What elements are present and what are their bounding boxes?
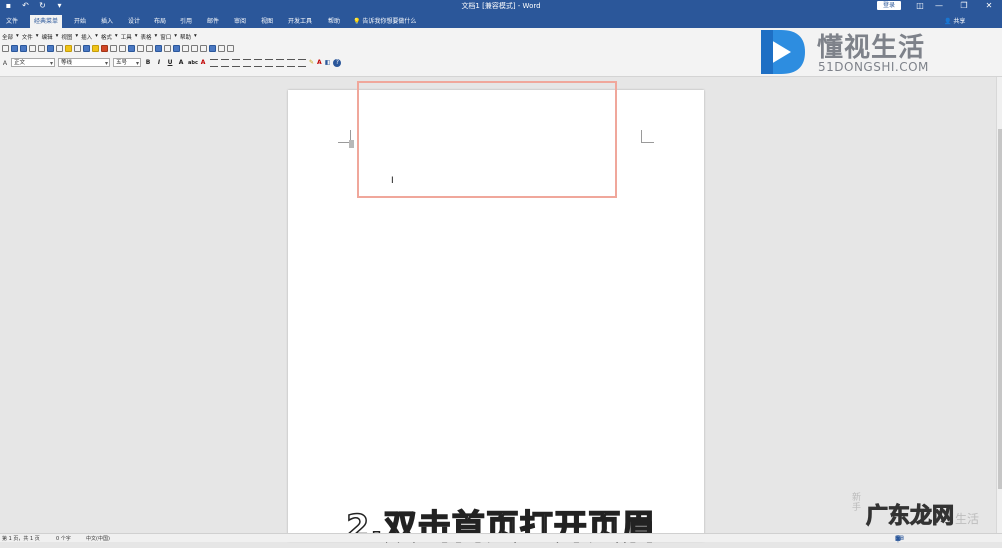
highlight-icon[interactable]: ✎ [309, 59, 314, 66]
tab-developer[interactable]: 开发工具 [284, 15, 316, 28]
paragraph-mark [349, 140, 354, 148]
classic-menu-bar: 全部 ▾ 文件 ▾ 编辑 ▾ 视图 ▾ 插入 ▾ 格式 ▾ 工具 ▾ 表格 ▾ 窗口 ▾ 帮助 ▾ [2, 33, 197, 41]
justify-icon[interactable] [243, 58, 252, 67]
symbol-icon[interactable] [209, 45, 216, 52]
tab-help[interactable]: 帮助 [324, 15, 344, 28]
logo-name: 懂视生活 [817, 33, 926, 63]
menu-all[interactable]: 全部 [2, 33, 13, 41]
font-color-a-icon[interactable]: A [317, 59, 322, 66]
tab-review[interactable]: 审阅 [230, 15, 250, 28]
line-spacing-icon[interactable] [298, 58, 307, 67]
bullets-icon[interactable] [254, 58, 263, 67]
decrease-indent-icon[interactable] [276, 58, 285, 67]
header-highlight-box [357, 81, 617, 198]
italic-button[interactable]: I [155, 59, 163, 66]
share-label: 共享 [953, 18, 966, 25]
watermark-small: 新 手 [852, 493, 862, 513]
hyperlink-icon[interactable] [128, 45, 135, 52]
font-select[interactable]: 等线 [58, 58, 111, 68]
redo-icon[interactable] [119, 45, 126, 52]
maximize-button[interactable]: ❐ [955, 0, 973, 12]
shapes-icon[interactable] [218, 45, 225, 52]
bold-button[interactable]: B [144, 59, 152, 66]
insert-picture-icon[interactable] [200, 45, 207, 52]
menu-window[interactable]: 窗口 [160, 33, 171, 41]
drawing-icon[interactable] [164, 45, 171, 52]
watermark-corner: 生活 [955, 512, 980, 526]
columns-icon[interactable] [155, 45, 162, 52]
tab-view[interactable]: 视图 [257, 15, 277, 28]
font-size-select[interactable]: 五号 [113, 58, 142, 68]
crop-mark-top-right [641, 130, 654, 143]
print-icon[interactable] [29, 45, 36, 52]
table-icon[interactable] [137, 45, 144, 52]
vertical-scrollbar[interactable] [996, 77, 1002, 533]
strikethrough-button[interactable]: abc [188, 60, 198, 66]
open-icon[interactable] [11, 45, 18, 52]
tab-insert[interactable]: 插入 [97, 15, 117, 28]
menu-view[interactable]: 视图 [61, 33, 72, 41]
tab-classic-menu[interactable]: 经典菜单 [30, 15, 63, 28]
tab-references[interactable]: 引用 [176, 15, 196, 28]
lightbulb-icon: 💡 [353, 18, 361, 25]
tab-home[interactable]: 开始 [70, 15, 90, 28]
print-preview-icon[interactable] [38, 45, 45, 52]
spelling-icon[interactable] [47, 45, 54, 52]
tab-design[interactable]: 设计 [124, 15, 144, 28]
scrollbar-thumb[interactable] [998, 129, 1002, 489]
numbering-icon[interactable] [265, 58, 274, 67]
new-document-icon[interactable] [2, 45, 9, 52]
menu-tools[interactable]: 工具 [121, 33, 132, 41]
copy-icon[interactable] [83, 45, 90, 52]
ribbon-display-options-icon[interactable]: ◫ [911, 0, 929, 12]
cut-icon[interactable] [74, 45, 81, 52]
align-right-icon[interactable] [232, 58, 241, 67]
menu-format[interactable]: 格式 [101, 33, 112, 41]
research-icon[interactable] [56, 45, 63, 52]
menu-table[interactable]: 表格 [140, 33, 151, 41]
underline-button[interactable]: U [166, 59, 174, 66]
tab-mailings[interactable]: 邮件 [203, 15, 223, 28]
help-icon[interactable]: ? [333, 58, 342, 67]
tell-me-label: 告诉我你想要做什么 [362, 18, 417, 25]
standard-toolbar [2, 45, 234, 52]
menu-edit[interactable]: 编辑 [42, 33, 53, 41]
document-map-icon[interactable] [173, 45, 180, 52]
increase-indent-icon[interactable] [287, 58, 296, 67]
sign-in-button[interactable]: 登录 [877, 1, 901, 10]
format-painter-icon[interactable] [101, 45, 108, 52]
tab-layout[interactable]: 布局 [150, 15, 170, 28]
paste-icon[interactable] [92, 45, 99, 52]
title-bar: ▪ ↶ ↻ ▾ 文档1 [兼容模式] - Word 登录 ◫ — ❐ ✕ [0, 0, 1002, 12]
char-border-button[interactable]: A [177, 59, 185, 66]
styles-icon[interactable]: Ａ [2, 58, 8, 67]
align-left-icon[interactable] [210, 58, 219, 67]
tell-me-search[interactable]: 💡 告诉我你想要做什么 [353, 15, 416, 28]
font-color-button[interactable]: A [199, 59, 207, 66]
person-icon: 👤 [944, 18, 952, 25]
insert-table-icon[interactable] [146, 45, 153, 52]
zoom-icon[interactable] [191, 45, 198, 52]
menu-help[interactable]: 帮助 [180, 33, 191, 41]
menu-insert[interactable]: 插入 [81, 33, 92, 41]
formatting-toolbar: Ａ 正文 等线 五号 B I U A abc A ✎ A ◧ ? [2, 58, 342, 68]
logo-url: 51DONGSHI.COM [818, 60, 929, 74]
translate-icon[interactable] [65, 45, 72, 52]
minimize-button[interactable]: — [930, 0, 948, 12]
more-commands-icon[interactable] [227, 45, 234, 52]
show-hide-icon[interactable] [182, 45, 189, 52]
watermark-site: 广东龙网 [865, 504, 955, 530]
save-icon[interactable] [20, 45, 27, 52]
shading-icon[interactable]: ◧ [325, 59, 331, 66]
play-logo-icon [761, 30, 805, 74]
align-center-icon[interactable] [221, 58, 230, 67]
undo-icon[interactable] [110, 45, 117, 52]
style-select[interactable]: 正文 [11, 58, 56, 68]
close-button[interactable]: ✕ [980, 0, 998, 12]
tab-file[interactable]: 文件 [2, 15, 22, 28]
menu-file[interactable]: 文件 [22, 33, 33, 41]
document-title: 文档1 [兼容模式] - Word [461, 2, 541, 10]
site-logo: 懂视生活 51DONGSHI.COM [755, 26, 960, 78]
